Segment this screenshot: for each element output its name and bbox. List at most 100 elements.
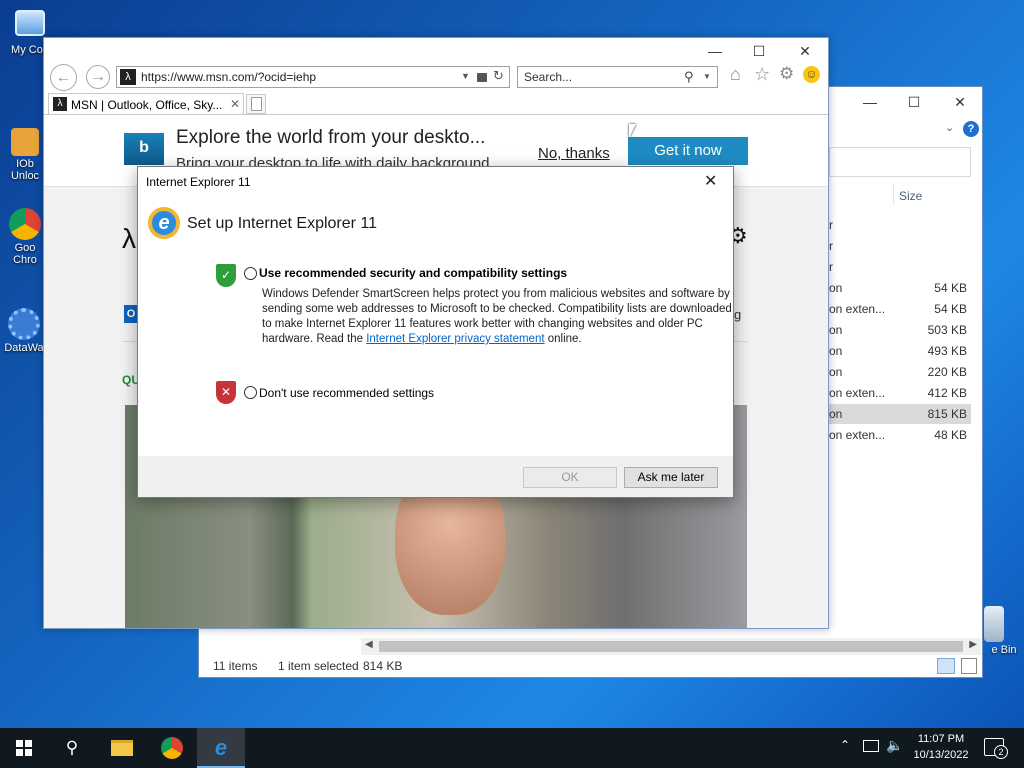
- desktop-icon-label: e Bin: [991, 644, 1017, 656]
- option-recommended-description: Windows Defender SmartScreen helps prote…: [262, 288, 732, 345]
- settings-gear-icon[interactable]: ⚙: [779, 64, 794, 84]
- chevron-down-icon[interactable]: ⌄: [945, 121, 954, 134]
- search-icon[interactable]: ⚲: [684, 69, 694, 85]
- internet-explorer-taskbar-button[interactable]: e: [197, 728, 245, 768]
- ask-me-later-button[interactable]: Ask me later: [624, 467, 718, 488]
- lock-icon[interactable]: [477, 73, 487, 82]
- column-header-size[interactable]: Size: [899, 189, 922, 203]
- outlook-icon[interactable]: O: [124, 305, 138, 323]
- chrome-icon: [9, 208, 41, 240]
- dialog-footer: OK Ask me later: [138, 456, 733, 497]
- file-row[interactable]: on exten... 54 KB: [829, 299, 971, 319]
- action-center-button[interactable]: 2: [984, 738, 1008, 759]
- chrome-taskbar-button[interactable]: [148, 728, 196, 768]
- clock-date: 10/13/2022: [913, 749, 969, 761]
- radio-use-recommended[interactable]: [244, 267, 257, 280]
- clock[interactable]: 11:07 PM 10/13/2022: [906, 731, 976, 763]
- file-row[interactable]: on exten... 412 KB: [829, 383, 971, 403]
- file-row[interactable]: r: [829, 215, 971, 235]
- forward-button[interactable]: →: [86, 65, 110, 89]
- address-bar[interactable]: λ https://www.msn.com/?ocid=iehp ▼ ↻: [116, 66, 510, 88]
- file-row[interactable]: on exten... 48 KB: [829, 425, 971, 445]
- desktop-icon-iobit-unlocker[interactable]: IOb Unloc: [2, 128, 48, 182]
- selection-size: 814 KB: [363, 659, 403, 673]
- minimize-button[interactable]: —: [692, 38, 738, 64]
- dialog-close-button[interactable]: ✕: [704, 171, 717, 191]
- mouse-cursor-icon: [629, 124, 636, 138]
- dialog-title: Internet Explorer 11: [146, 175, 251, 189]
- horizontal-scrollbar[interactable]: ◀ ▶: [361, 638, 981, 655]
- file-row[interactable]: on 493 KB: [829, 341, 971, 361]
- url-text[interactable]: https://www.msn.com/?ocid=iehp: [141, 70, 316, 84]
- shield-check-icon: ✓: [216, 264, 236, 287]
- file-row[interactable]: on 54 KB: [829, 278, 971, 298]
- show-hidden-icons-icon[interactable]: ⌃: [840, 738, 850, 752]
- search-placeholder: Search...: [524, 70, 573, 84]
- desktop-icon-google-chrome[interactable]: Goo Chro: [2, 208, 48, 266]
- browser-tab[interactable]: λ MSN | Outlook, Office, Sky... ✕: [48, 93, 244, 115]
- file-row[interactable]: on 220 KB: [829, 362, 971, 382]
- file-row[interactable]: r: [829, 257, 971, 277]
- item-count: 11 items: [213, 659, 258, 673]
- nav-text-fragment: g: [734, 307, 742, 322]
- internet-explorer-icon: e: [148, 207, 180, 239]
- desktop-icon-recycle-bin[interactable]: e Bin: [984, 606, 1024, 656]
- start-button[interactable]: [0, 728, 48, 768]
- privacy-statement-link[interactable]: Internet Explorer privacy statement: [366, 333, 544, 345]
- banner-title: Explore the world from your deskto...: [176, 127, 486, 148]
- bing-logo-icon: b: [124, 133, 164, 165]
- volume-icon[interactable]: 🔈: [886, 737, 903, 754]
- ok-button[interactable]: OK: [523, 467, 617, 488]
- file-row[interactable]: on 503 KB: [829, 320, 971, 340]
- no-thanks-link[interactable]: No, thanks: [538, 145, 610, 162]
- home-icon[interactable]: ⌂: [730, 64, 741, 85]
- maximize-button[interactable]: ☐: [736, 38, 782, 64]
- refresh-icon[interactable]: ↻: [493, 68, 504, 84]
- dropdown-arrow-icon[interactable]: ▼: [461, 71, 470, 81]
- close-button[interactable]: ✕: [782, 38, 828, 64]
- new-tab-button[interactable]: [246, 94, 266, 114]
- folder-icon: [111, 740, 133, 756]
- network-icon[interactable]: [863, 740, 879, 752]
- favorites-star-icon[interactable]: ☆: [754, 64, 770, 85]
- msn-logo-icon: λ: [122, 223, 136, 254]
- chrome-icon: [161, 737, 183, 759]
- selection-count: 1 item selected: [278, 659, 359, 673]
- search-box[interactable]: Search... ⚲ ▼: [517, 66, 718, 88]
- scroll-left-icon[interactable]: ◀: [365, 639, 373, 650]
- minimize-button[interactable]: —: [847, 87, 893, 117]
- option-recommended-label[interactable]: Use recommended security and compatibili…: [259, 266, 567, 280]
- file-explorer-taskbar-button[interactable]: [98, 728, 146, 768]
- file-row-selected[interactable]: on 815 KB: [829, 404, 971, 424]
- recycle-bin-icon: [984, 606, 1004, 642]
- computer-icon: [15, 10, 45, 36]
- file-row[interactable]: r: [829, 236, 971, 256]
- scroll-right-icon[interactable]: ▶: [969, 639, 977, 650]
- taskbar: ⚲ e ⌃ 🔈 11:07 PM 10/13/2022 2: [0, 728, 1024, 768]
- search-icon: ⚲: [65, 738, 79, 757]
- windows-logo-icon: [16, 740, 32, 756]
- gear-icon: [8, 308, 40, 340]
- setup-ie11-dialog[interactable]: Internet Explorer 11 ✕ e Set up Internet…: [137, 166, 734, 498]
- details-view-icon[interactable]: [937, 658, 955, 674]
- search-button[interactable]: ⚲: [48, 728, 96, 768]
- scrollbar-thumb[interactable]: [379, 641, 963, 652]
- internet-explorer-icon: e: [214, 735, 228, 760]
- msn-favicon-icon: λ: [120, 69, 136, 85]
- dropdown-arrow-icon[interactable]: ▼: [703, 72, 711, 81]
- search-box[interactable]: [829, 147, 971, 177]
- radio-dont-use-recommended[interactable]: [244, 386, 257, 399]
- close-button[interactable]: ✕: [937, 87, 983, 117]
- feedback-smiley-icon[interactable]: ☺: [803, 66, 820, 83]
- maximize-button[interactable]: ☐: [891, 87, 937, 117]
- get-it-now-button[interactable]: Get it now: [628, 137, 748, 165]
- desktop-icon-datawarehouse[interactable]: DataWa: [0, 308, 48, 354]
- clock-time: 11:07 PM: [917, 733, 965, 745]
- tab-title: MSN | Outlook, Office, Sky...: [71, 98, 223, 112]
- close-tab-icon[interactable]: ✕: [230, 97, 240, 111]
- large-icons-view-icon[interactable]: [961, 658, 977, 674]
- help-icon[interactable]: ?: [963, 121, 979, 137]
- desktop-icon-label: Goo Chro: [13, 242, 37, 266]
- back-button[interactable]: ←: [50, 64, 77, 91]
- option-dont-use-label[interactable]: Don't use recommended settings: [259, 386, 434, 400]
